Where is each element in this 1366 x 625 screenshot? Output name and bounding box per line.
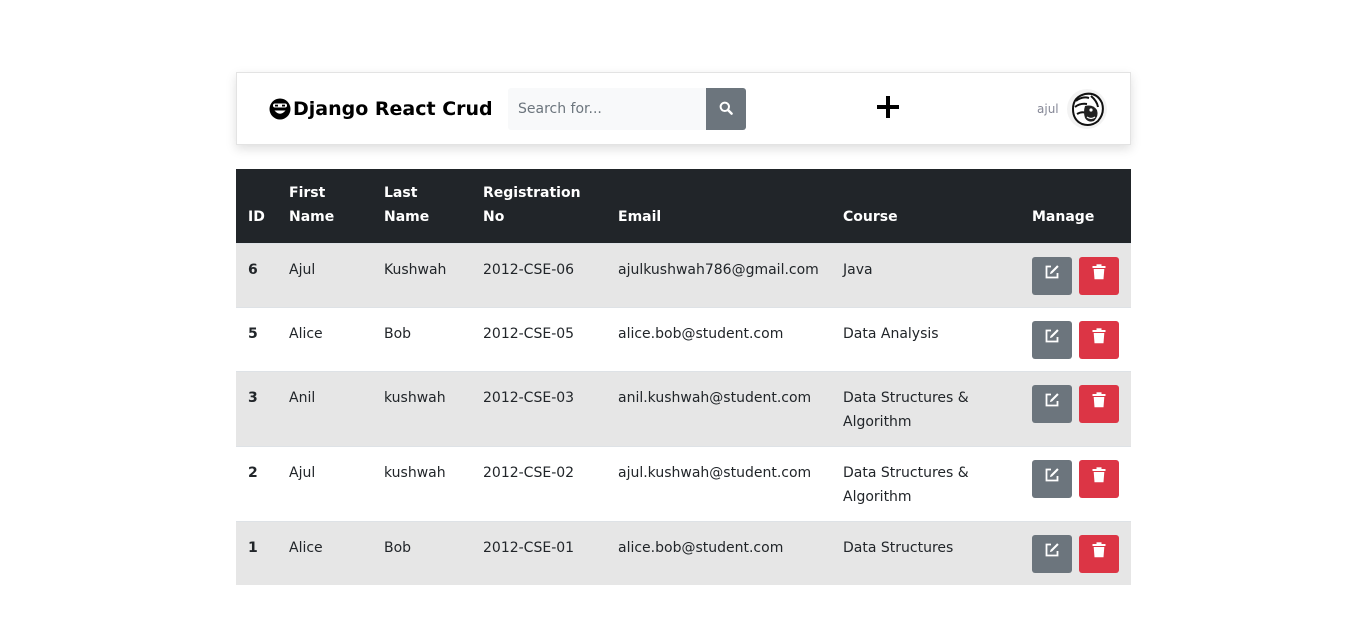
brand[interactable]: Django React Crud — [268, 95, 493, 123]
plus-icon — [876, 95, 900, 123]
cell-first-name: Ajul — [289, 261, 316, 278]
search-form — [508, 88, 746, 130]
cell-manage — [1020, 446, 1131, 521]
cell-course: Data Analysis — [843, 325, 939, 342]
cell-last-name: kushwah — [384, 464, 446, 481]
cell-first-name: Alice — [289, 325, 323, 342]
cell-last-name: Bob — [384, 539, 412, 556]
cell-manage — [1020, 521, 1131, 585]
avatar[interactable] — [1066, 89, 1107, 129]
delete-button[interactable] — [1079, 459, 1119, 498]
table-row: 1 Alice Bob 2012-CSE-01 alice.bob@studen… — [236, 521, 1131, 585]
delete-button[interactable] — [1079, 534, 1119, 573]
search-button[interactable] — [706, 88, 746, 130]
cell-email: alice.bob@student.com — [618, 325, 784, 342]
trash-icon — [1092, 327, 1106, 352]
cell-first-name: Ajul — [289, 464, 316, 481]
trash-icon — [1092, 541, 1106, 566]
edit-icon — [1044, 467, 1060, 491]
cell-last-name: Kushwah — [384, 261, 447, 278]
cell-email: alice.bob@student.com — [618, 539, 784, 556]
cell-registration-no: 2012-CSE-01 — [483, 539, 575, 556]
table-row: 3 Anil kushwah 2012-CSE-03 anil.kushwah@… — [236, 371, 1131, 446]
edit-button[interactable] — [1032, 320, 1072, 359]
search-input[interactable] — [508, 88, 706, 130]
cell-course: Data Structures & Algorithm — [843, 464, 969, 505]
delete-button[interactable] — [1079, 320, 1119, 359]
delete-button[interactable] — [1079, 384, 1119, 423]
col-header-first-name: First Name — [289, 184, 335, 225]
cell-id: 2 — [248, 464, 258, 481]
col-header-registration-no: Registration No — [483, 184, 581, 225]
trash-icon — [1092, 466, 1106, 491]
cell-course: Java — [843, 261, 873, 278]
edit-button[interactable] — [1032, 384, 1072, 423]
cell-registration-no: 2012-CSE-05 — [483, 325, 575, 342]
cell-last-name: kushwah — [384, 389, 446, 406]
cell-registration-no: 2012-CSE-02 — [483, 464, 575, 481]
col-header-last-name: Last Name — [384, 184, 430, 225]
cell-registration-no: 2012-CSE-06 — [483, 261, 575, 278]
cell-manage — [1020, 307, 1131, 371]
table-row: 2 Ajul kushwah 2012-CSE-02 ajul.kushwah@… — [236, 446, 1131, 521]
col-header-course: Course — [843, 208, 898, 225]
trash-icon — [1092, 263, 1106, 288]
add-student-button[interactable] — [873, 94, 903, 124]
edit-icon — [1044, 542, 1060, 566]
edit-icon — [1044, 392, 1060, 416]
col-header-email: Email — [618, 208, 662, 225]
cell-email: ajulkushwah786@gmail.com — [618, 261, 819, 278]
user-menu[interactable]: ajul — [1037, 89, 1107, 129]
cell-registration-no: 2012-CSE-03 — [483, 389, 575, 406]
cell-manage — [1020, 371, 1131, 446]
delete-button[interactable] — [1079, 256, 1119, 295]
col-header-manage: Manage — [1032, 208, 1095, 225]
table-row: 6 Ajul Kushwah 2012-CSE-06 ajulkushwah78… — [236, 243, 1131, 307]
cell-id: 1 — [248, 539, 258, 556]
smiley-icon — [268, 97, 293, 121]
cell-course: Data Structures — [843, 539, 954, 556]
trash-icon — [1092, 391, 1106, 416]
navbar: Django React Crud ajul — [236, 72, 1131, 145]
cell-id: 3 — [248, 389, 258, 406]
username: ajul — [1037, 102, 1059, 116]
cell-id: 5 — [248, 325, 258, 342]
edit-button[interactable] — [1032, 459, 1072, 498]
edit-button[interactable] — [1032, 256, 1072, 295]
cell-manage — [1020, 243, 1131, 307]
edit-button[interactable] — [1032, 534, 1072, 573]
cell-course: Data Structures & Algorithm — [843, 389, 969, 430]
cell-id: 6 — [248, 261, 258, 278]
search-icon — [719, 100, 733, 119]
table-header-row: ID First Name Last Name Registration No … — [236, 169, 1131, 243]
brand-title: Django React Crud — [293, 98, 493, 120]
edit-icon — [1044, 264, 1060, 288]
cell-first-name: Anil — [289, 389, 316, 406]
col-header-id: ID — [248, 208, 265, 225]
cell-first-name: Alice — [289, 539, 323, 556]
table-row: 5 Alice Bob 2012-CSE-05 alice.bob@studen… — [236, 307, 1131, 371]
edit-icon — [1044, 328, 1060, 352]
students-table: ID First Name Last Name Registration No … — [236, 169, 1131, 585]
cell-last-name: Bob — [384, 325, 412, 342]
cell-email: anil.kushwah@student.com — [618, 389, 812, 406]
cell-email: ajul.kushwah@student.com — [618, 464, 812, 481]
